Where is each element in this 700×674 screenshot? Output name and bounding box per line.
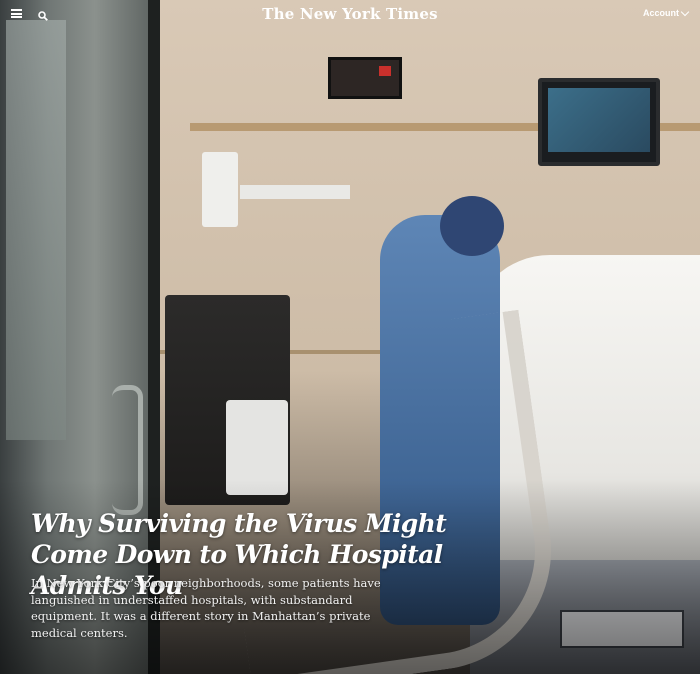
- health-worker-head: [440, 196, 504, 256]
- wall-clock: [328, 57, 402, 99]
- equipment-arm: [240, 185, 350, 199]
- patient-monitor: [538, 78, 660, 166]
- chevron-down-icon: [680, 7, 690, 16]
- account-button[interactable]: Account: [643, 7, 690, 18]
- article-summary: In New York City’s poor neighborhoods, s…: [31, 576, 381, 640]
- masthead: The New York Times Account: [0, 0, 700, 28]
- account-label: Account: [643, 8, 679, 18]
- articulated-screen: [202, 152, 238, 227]
- nyt-logo[interactable]: The New York Times: [0, 5, 700, 23]
